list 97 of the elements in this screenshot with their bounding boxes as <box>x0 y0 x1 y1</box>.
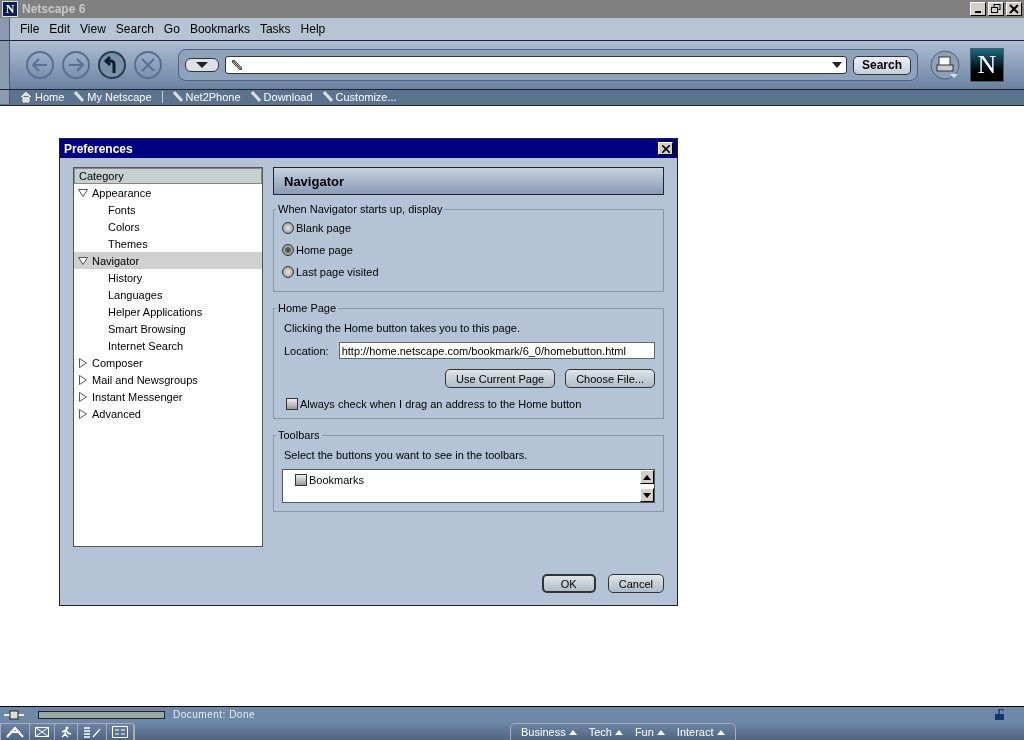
window-title: Netscape 6 <box>22 2 87 16</box>
house-icon <box>20 91 32 103</box>
tree-item[interactable]: Themes <box>74 235 262 252</box>
radio-option[interactable]: Home page <box>282 239 655 261</box>
caret-icon <box>716 729 725 735</box>
tree-item[interactable]: Navigator <box>74 252 262 269</box>
caret-icon <box>568 729 577 735</box>
tree-item[interactable]: Appearance <box>74 184 262 201</box>
menu-item[interactable]: Search <box>110 22 159 36</box>
radio-option[interactable]: Blank page <box>282 217 655 239</box>
toolbar-link[interactable]: Home <box>20 91 65 103</box>
restore-button[interactable] <box>988 2 1004 16</box>
location-field[interactable]: http://home.netscape.com/bookmark/6_0/homebutton.html <box>338 342 655 359</box>
column-header: Category <box>74 168 262 184</box>
expanded-triangle-icon[interactable] <box>78 187 88 198</box>
dialog-title: Preferences <box>64 141 133 156</box>
checkbox-option[interactable]: Always check when I drag an address to the Home button <box>286 398 655 410</box>
tree-item[interactable]: Composer <box>74 354 262 371</box>
padlock-icon <box>994 708 1006 721</box>
brand-logo[interactable]: N <box>970 48 1004 82</box>
toolbar-link[interactable]: Download <box>250 91 313 103</box>
up-arrow-icon <box>643 474 651 480</box>
dialog-button[interactable]: Cancel <box>607 574 664 593</box>
bookmark-pin-icon <box>172 91 183 103</box>
caret-icon <box>656 729 665 735</box>
group-label: Home Page <box>277 302 338 314</box>
radio-button[interactable] <box>282 244 294 256</box>
checkbox[interactable] <box>286 398 298 410</box>
bookmark-pin-icon <box>322 91 333 103</box>
menu-item[interactable]: Go <box>158 22 185 36</box>
toolbar-link[interactable]: Customize... <box>322 91 397 103</box>
menu-item[interactable]: Bookmarks <box>184 22 255 36</box>
toolbar-grip[interactable] <box>0 90 10 104</box>
menu-item[interactable]: View <box>75 22 111 36</box>
minimize-button[interactable] <box>970 2 986 16</box>
tree-item[interactable]: Instant Messenger <box>74 388 262 405</box>
caret-icon <box>196 62 208 68</box>
collapsed-triangle-icon[interactable] <box>78 391 88 402</box>
address-field[interactable] <box>225 56 847 74</box>
printer-button[interactable] <box>930 50 960 80</box>
description-text: Clicking the Home button takes you to this page. <box>284 322 522 334</box>
close-button[interactable] <box>1006 2 1022 16</box>
reload-button[interactable] <box>96 49 128 81</box>
group-label: Toolbars <box>277 429 321 441</box>
search-engine-dropdown[interactable] <box>185 58 219 72</box>
toolbar-link[interactable]: Net2Phone <box>172 91 241 103</box>
collapsed-triangle-icon[interactable] <box>78 374 88 385</box>
toolbar-grip[interactable] <box>0 18 10 40</box>
close-button[interactable] <box>658 142 673 155</box>
tab-menu[interactable]: Fun <box>634 726 665 738</box>
status-text: Document: Done <box>173 709 257 720</box>
toolbar-link[interactable]: My Netscape <box>74 91 152 103</box>
tree-item[interactable]: Smart Browsing <box>74 320 262 337</box>
expanded-triangle-icon[interactable] <box>78 255 88 266</box>
tree-item[interactable]: Colors <box>74 218 262 235</box>
tree-item[interactable]: Mail and Newsgroups <box>74 371 262 388</box>
dialog-button[interactable]: Use Current Page <box>445 369 556 388</box>
tab-menu[interactable]: Tech <box>588 726 623 738</box>
group-label: When Navigator starts up, display <box>277 203 444 215</box>
collapsed-triangle-icon[interactable] <box>78 408 88 419</box>
radio-button[interactable] <box>282 222 294 234</box>
radio-button[interactable] <box>282 266 294 278</box>
caret-icon <box>614 729 623 735</box>
envelope-icon <box>35 727 49 737</box>
panel-title: Navigator <box>273 167 664 195</box>
dialog-button[interactable]: OK <box>541 574 596 593</box>
tree-item[interactable]: Languages <box>74 286 262 303</box>
scroll-down-button[interactable] <box>640 488 654 502</box>
tab-menu[interactable]: Business <box>521 726 577 738</box>
tab-menu[interactable]: Interact <box>676 726 725 738</box>
toolbar-grip[interactable] <box>0 41 10 89</box>
location-label: Location: <box>284 344 329 357</box>
tree-item[interactable]: History <box>74 269 262 286</box>
search-button[interactable]: Search <box>852 55 911 75</box>
bookmark-pin-icon <box>230 58 244 72</box>
bookmark-pin-icon <box>250 91 261 103</box>
scroll-up-button[interactable] <box>640 470 654 484</box>
tree-item[interactable]: Advanced <box>74 405 262 422</box>
tree-item[interactable]: Internet Search <box>74 337 262 354</box>
app-logo: N <box>2 1 18 17</box>
list-item[interactable]: Bookmarks <box>295 474 632 486</box>
description-text: Select the buttons you want to see in the toolbars. <box>284 449 529 461</box>
checkbox[interactable] <box>295 474 307 486</box>
radio-option[interactable]: Last page visited <box>282 261 655 283</box>
collapsed-triangle-icon[interactable] <box>78 357 88 368</box>
connection-plug-icon <box>4 709 24 720</box>
bookmark-pin-icon <box>74 91 85 103</box>
caret-icon <box>831 62 842 68</box>
menu-item[interactable]: Tasks <box>254 22 296 36</box>
tree-item[interactable]: Fonts <box>74 201 262 218</box>
menu-item[interactable]: File <box>15 22 45 36</box>
menu-item[interactable]: Help <box>295 22 331 36</box>
down-arrow-icon <box>643 492 651 498</box>
dialog-button[interactable]: Choose File... <box>565 369 655 388</box>
tree-item[interactable]: Helper Applications <box>74 303 262 320</box>
minimize-icon <box>975 11 981 13</box>
menu-item[interactable]: Edit <box>44 22 76 36</box>
